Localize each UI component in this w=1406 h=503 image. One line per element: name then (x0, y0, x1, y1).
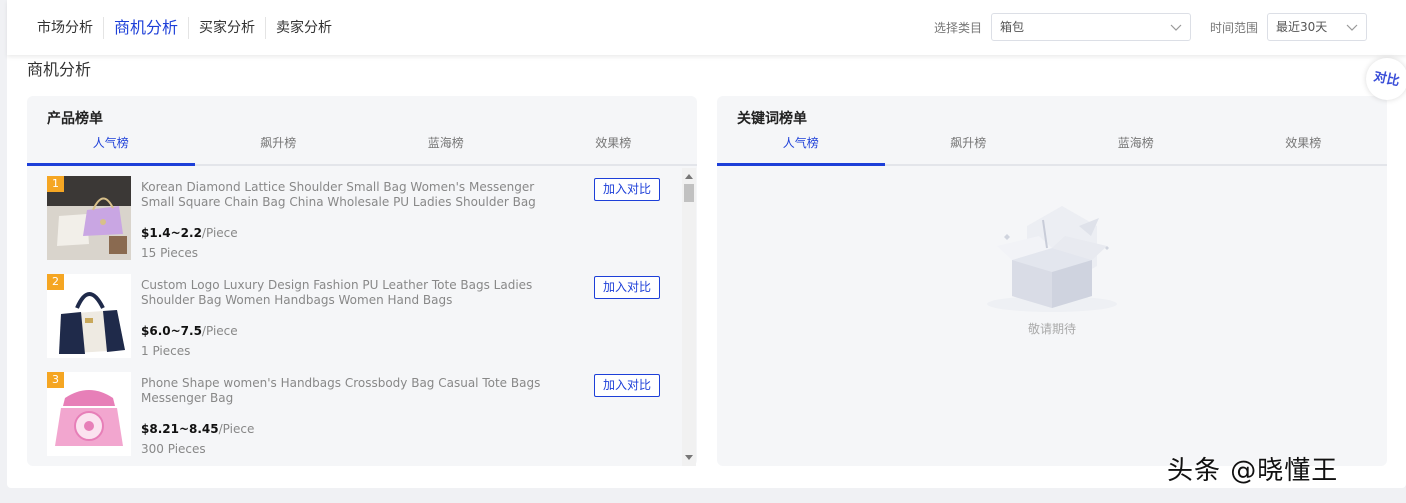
scroll-down-arrow-icon[interactable] (685, 455, 693, 460)
nav-buyer-analysis[interactable]: 买家分析 (189, 17, 267, 39)
analysis-nav: 市场分析 商机分析 买家分析 卖家分析 (27, 17, 342, 39)
chevron-down-icon (1170, 24, 1182, 31)
product-image[interactable]: 1 (47, 176, 131, 260)
empty-state: 敬请期待 (967, 196, 1137, 336)
tab-rising[interactable]: 飙升榜 (885, 130, 1053, 164)
page-title: 商机分析 (27, 60, 92, 79)
product-list: 1 Korean Diamond Lattice Shoulder Small … (27, 168, 683, 466)
empty-state-text: 敬请期待 (1027, 322, 1076, 336)
product-ranking-panel: 产品榜单 人气榜 飙升榜 蓝海榜 效果榜 1 Korean Diamond La… (27, 96, 697, 466)
tab-blue-ocean[interactable]: 蓝海榜 (362, 130, 530, 164)
product-list-scrollbar[interactable] (682, 168, 696, 466)
product-price: $8.21~8.45/Piece (141, 422, 254, 436)
compare-float-button[interactable]: 对比 (1366, 58, 1406, 100)
add-to-compare-button[interactable]: 加入对比 (594, 276, 660, 299)
min-order-quantity: 15 Pieces (141, 246, 199, 260)
watermark: 头条 @晓懂王 (1167, 456, 1339, 486)
min-order-quantity: 300 Pieces (141, 442, 206, 456)
time-range-value: 最近30天 (1276, 20, 1328, 34)
keyword-panel-title: 关键词榜单 (737, 111, 807, 127)
keyword-tabs: 人气榜 飙升榜 蓝海榜 效果榜 (717, 130, 1387, 166)
list-item[interactable]: 1 Korean Diamond Lattice Shoulder Small … (47, 168, 667, 260)
product-image[interactable]: 3 (47, 372, 131, 456)
category-filter-label: 选择类目 (934, 21, 983, 35)
scroll-up-arrow-icon[interactable] (685, 174, 693, 179)
list-item[interactable]: 2 Custom Logo Luxury Design Fashion PU L… (47, 266, 667, 358)
tab-effect[interactable]: 效果榜 (1220, 130, 1388, 164)
product-image[interactable]: 2 (47, 274, 131, 358)
time-range-select[interactable]: 最近30天 (1267, 13, 1367, 41)
price-unit: /Piece (218, 422, 255, 436)
nav-market-analysis[interactable]: 市场分析 (27, 17, 104, 39)
product-price: $1.4~2.2/Piece (141, 226, 238, 240)
category-select[interactable]: 箱包 (991, 13, 1191, 41)
list-item[interactable]: 3 Phone Shape women's Handbags Crossbody… (47, 364, 667, 456)
nav-seller-analysis[interactable]: 卖家分析 (266, 17, 342, 39)
product-tabs: 人气榜 飙升榜 蓝海榜 效果榜 (27, 130, 697, 166)
product-panel-title: 产品榜单 (47, 111, 103, 127)
category-select-value: 箱包 (1000, 20, 1025, 34)
rank-badge: 2 (47, 274, 64, 290)
price-unit: /Piece (201, 324, 238, 338)
tab-popularity[interactable]: 人气榜 (27, 130, 195, 166)
product-name[interactable]: Korean Diamond Lattice Shoulder Small Ba… (141, 180, 571, 210)
top-nav-bar: 市场分析 商机分析 买家分析 卖家分析 选择类目 箱包 时间范围 最近30天 (7, 0, 1406, 55)
add-to-compare-button[interactable]: 加入对比 (594, 374, 660, 397)
time-range-label: 时间范围 (1210, 21, 1259, 35)
min-order-quantity: 1 Pieces (141, 344, 191, 358)
product-name[interactable]: Phone Shape women's Handbags Crossbody B… (141, 376, 571, 406)
scrollbar-thumb[interactable] (684, 184, 694, 202)
add-to-compare-button[interactable]: 加入对比 (594, 178, 660, 201)
tab-blue-ocean[interactable]: 蓝海榜 (1052, 130, 1220, 164)
product-price: $6.0~7.5/Piece (141, 324, 238, 338)
chevron-down-icon (1346, 24, 1358, 31)
price-range: $1.4~2.2 (141, 226, 202, 240)
tab-rising[interactable]: 飙升榜 (195, 130, 363, 164)
keyword-ranking-panel: 关键词榜单 人气榜 飙升榜 蓝海榜 效果榜 敬请期待 (717, 96, 1387, 466)
nav-opportunity-analysis[interactable]: 商机分析 (104, 17, 190, 39)
price-range: $8.21~8.45 (141, 422, 219, 436)
compare-float-label: 对比 (1372, 69, 1401, 90)
empty-box-icon (987, 206, 1117, 312)
rank-badge: 1 (47, 176, 64, 192)
product-name[interactable]: Custom Logo Luxury Design Fashion PU Lea… (141, 278, 571, 308)
tab-effect[interactable]: 效果榜 (530, 130, 698, 164)
tab-popularity[interactable]: 人气榜 (717, 130, 885, 166)
price-range: $6.0~7.5 (141, 324, 202, 338)
price-unit: /Piece (201, 226, 238, 240)
rank-badge: 3 (47, 372, 64, 388)
